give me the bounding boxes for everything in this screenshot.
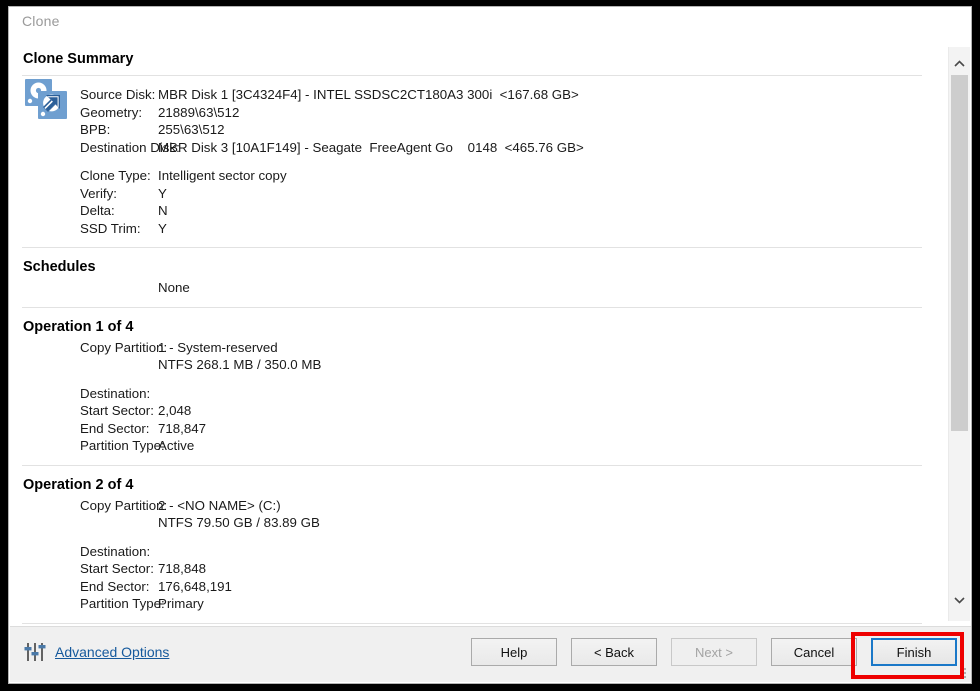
row-spacer	[10, 156, 934, 167]
schedules-value: None	[158, 279, 934, 297]
summary-row: Delta: N	[10, 202, 934, 220]
operation-row: NTFS 79.50 GB / 83.89 GB	[10, 514, 934, 532]
row-label: End Sector:	[10, 420, 158, 438]
clone-summary-scroll-area[interactable]: Clone Summary	[10, 39, 934, 628]
row-value: Intelligent sector copy	[158, 167, 934, 185]
row-value: MBR Disk 1 [3C4324F4] - INTEL SSDSC2CT18…	[158, 86, 934, 104]
help-button[interactable]: Help	[471, 638, 557, 666]
schedules-row: None	[10, 279, 934, 297]
row-label: Partition Type:	[10, 595, 158, 613]
row-value: 255\63\512	[158, 121, 934, 139]
row-value: 176,648,191	[158, 578, 934, 596]
operation-row: Partition Type: Primary	[10, 595, 934, 613]
operation-section: Operation 2 of 4 Copy Partition: 2 - <NO…	[10, 466, 934, 623]
summary-section: Source Disk: MBR Disk 1 [3C4324F4] - INT…	[10, 76, 934, 247]
row-label: Geometry:	[10, 104, 158, 122]
summary-row: Source Disk: MBR Disk 1 [3C4324F4] - INT…	[10, 86, 934, 104]
chevron-up-icon	[954, 60, 965, 68]
row-label: Copy Partition:	[10, 497, 158, 515]
summary-disk-rows: Source Disk: MBR Disk 1 [3C4324F4] - INT…	[10, 76, 934, 247]
schedules-section: Schedules None	[10, 248, 934, 307]
row-spacer	[10, 374, 934, 385]
row-value	[158, 543, 934, 561]
operation-row: End Sector: 176,648,191	[10, 578, 934, 596]
row-value: Y	[158, 220, 934, 238]
row-label: SSD Trim:	[10, 220, 158, 238]
chevron-down-icon	[954, 596, 965, 604]
advanced-options-label[interactable]: Advanced Options	[55, 644, 169, 660]
row-value: 2,048	[158, 402, 934, 420]
schedules-rows: None	[10, 279, 934, 307]
row-value: MBR Disk 3 [10A1F149] - Seagate FreeAgen…	[158, 139, 934, 157]
row-label	[10, 514, 158, 532]
row-label	[10, 279, 158, 297]
row-value: 718,847	[158, 420, 934, 438]
vertical-scrollbar[interactable]	[948, 47, 970, 621]
row-label: Destination Disk:	[10, 139, 158, 157]
title-bar: Clone	[9, 7, 971, 39]
scrollbar-thumb[interactable]	[951, 75, 968, 431]
row-value	[158, 385, 934, 403]
row-value: 21889\63\512	[158, 104, 934, 122]
dialog-button-row: Help < Back Next > Cancel Finish	[471, 638, 957, 666]
operation-row: Copy Partition: 1 - System-reserved	[10, 339, 934, 357]
row-value: NTFS 268.1 MB / 350.0 MB	[158, 356, 934, 374]
summary-row: Geometry: 21889\63\512	[10, 104, 934, 122]
summary-row: BPB: 255\63\512	[10, 121, 934, 139]
row-label	[10, 356, 158, 374]
row-label: Clone Type:	[10, 167, 158, 185]
row-label: Source Disk:	[10, 86, 158, 104]
row-label: Verify:	[10, 185, 158, 203]
row-label: Destination:	[10, 543, 158, 561]
row-label: Delta:	[10, 202, 158, 220]
operation-row: Start Sector: 718,848	[10, 560, 934, 578]
summary-row: Verify: Y	[10, 185, 934, 203]
operation-row: Copy Partition: 2 - <NO NAME> (C:)	[10, 497, 934, 515]
row-label: Start Sector:	[10, 402, 158, 420]
back-button[interactable]: < Back	[571, 638, 657, 666]
row-value: NTFS 79.50 GB / 83.89 GB	[158, 514, 934, 532]
summary-row: Destination Disk: MBR Disk 3 [10A1F149] …	[10, 139, 934, 157]
finish-button[interactable]: Finish	[871, 638, 957, 666]
cancel-button[interactable]: Cancel	[771, 638, 857, 666]
operation-row: End Sector: 718,847	[10, 420, 934, 438]
row-label: Start Sector:	[10, 560, 158, 578]
operation-row: NTFS 268.1 MB / 350.0 MB	[10, 356, 934, 374]
page-title: Clone Summary	[10, 39, 934, 75]
scroll-down-button[interactable]	[949, 589, 970, 611]
operation-row: Destination:	[10, 543, 934, 561]
operation-row: Partition Type: Active	[10, 437, 934, 455]
row-label: End Sector:	[10, 578, 158, 596]
dialog-footer: Advanced Options Help < Back Next > Canc…	[10, 626, 971, 682]
summary-row: SSD Trim: Y	[10, 220, 934, 238]
row-value: Primary	[158, 595, 934, 613]
row-value: N	[158, 202, 934, 220]
row-label: Partition Type:	[10, 437, 158, 455]
operation-rows: Copy Partition: 2 - <NO NAME> (C:) NTFS …	[10, 497, 934, 623]
resize-grip[interactable]	[956, 668, 967, 679]
schedules-title: Schedules	[10, 248, 934, 279]
next-button: Next >	[671, 638, 757, 666]
operation-row: Destination:	[10, 385, 934, 403]
scroll-up-button[interactable]	[949, 53, 970, 75]
summary-row: Clone Type: Intelligent sector copy	[10, 167, 934, 185]
clone-dialog-window: Clone Clone Summary	[8, 6, 972, 684]
row-value: Y	[158, 185, 934, 203]
advanced-options-link[interactable]: Advanced Options	[24, 641, 169, 663]
window-title: Clone	[22, 13, 60, 29]
row-value: 1 - System-reserved	[158, 339, 934, 357]
row-spacer	[10, 532, 934, 543]
sliders-icon	[24, 641, 46, 663]
row-value: Active	[158, 437, 934, 455]
row-value: 718,848	[158, 560, 934, 578]
operation-section: Operation 1 of 4 Copy Partition: 1 - Sys…	[10, 308, 934, 465]
operation-row: Start Sector: 2,048	[10, 402, 934, 420]
row-label: Destination:	[10, 385, 158, 403]
row-label: Copy Partition:	[10, 339, 158, 357]
operation-title: Operation 1 of 4	[10, 308, 934, 339]
operation-rows: Copy Partition: 1 - System-reserved NTFS…	[10, 339, 934, 465]
operation-title: Operation 2 of 4	[10, 466, 934, 497]
row-label: BPB:	[10, 121, 158, 139]
row-value: 2 - <NO NAME> (C:)	[158, 497, 934, 515]
